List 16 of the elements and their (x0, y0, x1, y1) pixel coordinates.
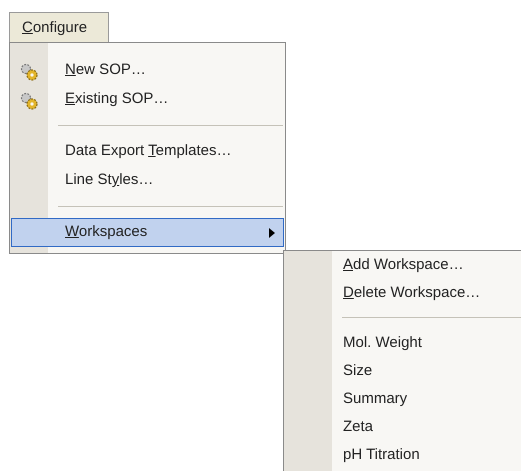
menu-item[interactable]: Line Styles… (11, 166, 284, 195)
menu-item[interactable]: Existing SOP… (11, 85, 284, 114)
menu-item[interactable]: Delete Workspace… (285, 279, 520, 307)
menu-item[interactable]: Size (285, 357, 520, 385)
menu-title[interactable]: Configure (9, 12, 109, 43)
menu-item[interactable]: Data Export Templates… (11, 137, 284, 166)
menu-item[interactable]: Mol. Weight (285, 329, 520, 357)
gears-icon (19, 62, 39, 82)
menu-item[interactable]: Zeta (285, 413, 520, 441)
menu-item[interactable]: Add Workspace… (285, 251, 520, 279)
submenu-arrow-icon (269, 228, 275, 238)
menu-item[interactable]: Workspaces (11, 218, 284, 247)
menu-item[interactable]: Summary (285, 385, 520, 413)
gears-icon (19, 91, 39, 111)
menu-item[interactable]: New SOP… (11, 56, 284, 85)
menu-item[interactable]: pH Titration (285, 441, 520, 469)
